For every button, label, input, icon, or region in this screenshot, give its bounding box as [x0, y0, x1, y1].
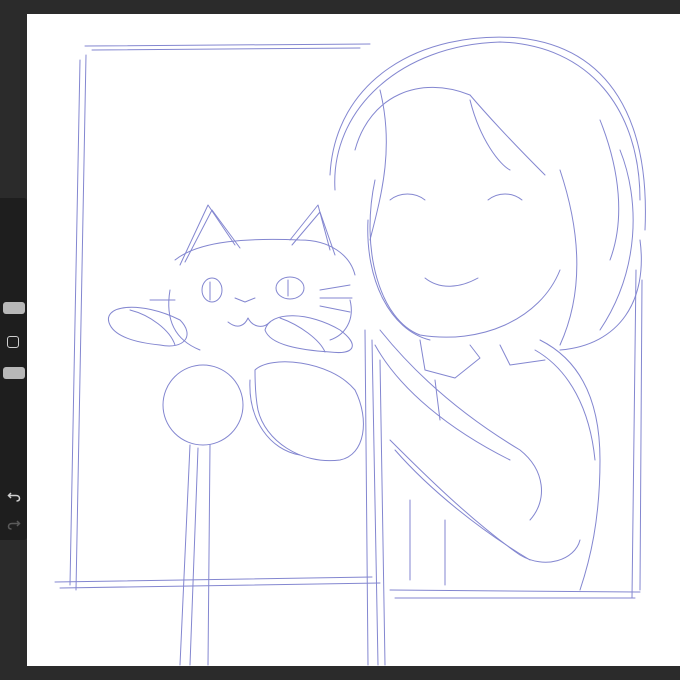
frame-stroke: [59, 582, 381, 589]
paw-stroke: [107, 306, 188, 347]
body-stroke: [539, 339, 601, 591]
whisker-stroke: [319, 284, 351, 291]
hair-stroke: [559, 169, 578, 346]
stand-stroke: [179, 444, 191, 666]
eye-stroke: [389, 193, 426, 201]
stand-stroke: [371, 339, 379, 666]
brush-size-slider-handle[interactable]: [3, 302, 25, 314]
drawing-canvas[interactable]: [27, 14, 680, 666]
hair-stroke: [599, 119, 620, 261]
cat-body-stroke: [254, 361, 364, 462]
hair-stroke: [469, 94, 546, 176]
cat-ear-stroke: [291, 211, 336, 256]
hair-stroke: [469, 99, 511, 171]
stand-stroke: [364, 329, 369, 666]
redo-arrow-icon: [7, 520, 21, 530]
hair-stroke: [559, 239, 642, 351]
eye-stroke: [487, 193, 523, 201]
cat-eye-stroke: [201, 277, 223, 303]
cat-head-stroke: [174, 238, 356, 276]
frame-stroke: [75, 54, 87, 591]
collar-stroke: [419, 339, 481, 379]
cat-body-stroke: [162, 364, 244, 446]
frame-stroke: [639, 279, 643, 591]
undo-button[interactable]: [4, 486, 24, 506]
brush-opacity-slider-handle[interactable]: [3, 367, 25, 379]
body-stroke: [534, 349, 596, 461]
stand-stroke: [379, 359, 386, 666]
frame-stroke: [54, 576, 373, 583]
cat-nose-stroke: [234, 297, 256, 303]
hair-stroke: [369, 89, 387, 241]
frame-stroke: [91, 47, 361, 51]
mouth-stroke: [424, 277, 479, 287]
cat-eye-stroke: [275, 276, 305, 300]
arm-stroke: [394, 449, 531, 561]
frame-stroke: [389, 589, 641, 593]
hair-stroke: [329, 36, 646, 231]
tool-sidebar: [0, 198, 27, 540]
face-stroke: [369, 179, 561, 338]
square-outline-icon[interactable]: [7, 336, 19, 348]
hair-stroke: [334, 41, 641, 201]
collar-stroke: [499, 344, 546, 366]
redo-button[interactable]: [4, 514, 24, 534]
stand-stroke: [207, 444, 211, 666]
arm-stroke: [379, 329, 542, 521]
hair-stroke: [354, 86, 471, 151]
drawing-app: [0, 0, 680, 680]
cat-head-stroke: [329, 299, 352, 341]
stand-stroke: [189, 447, 199, 666]
frame-stroke: [631, 269, 637, 599]
whisker-stroke: [319, 305, 351, 313]
frame-stroke: [69, 59, 81, 586]
cat-body-stroke: [249, 379, 301, 456]
collar-stroke: [434, 379, 441, 421]
arm-stroke: [374, 344, 511, 461]
sketch-artwork: [54, 36, 646, 666]
arm-stroke: [389, 439, 581, 563]
undo-arrow-icon: [7, 492, 21, 502]
cat-mouth-stroke: [227, 317, 271, 327]
paw-stroke: [279, 317, 326, 353]
frame-stroke: [84, 43, 371, 47]
